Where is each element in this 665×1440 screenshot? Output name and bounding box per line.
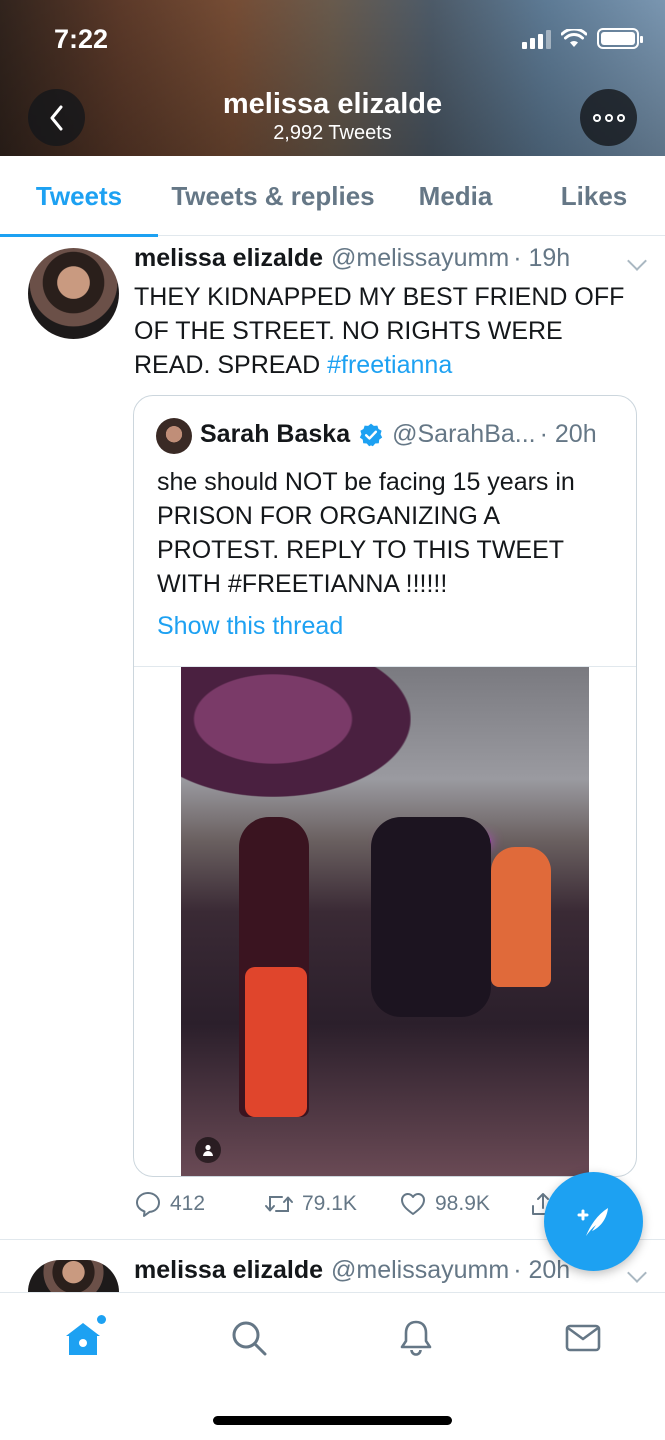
- verified-badge-icon: [359, 423, 383, 446]
- user-icon: [195, 1137, 221, 1163]
- tweet-header: melissa elizalde @melissayumm · 19h: [134, 244, 647, 273]
- reply-count: 412: [170, 1192, 206, 1215]
- quote-author-handle: @SarahBa...: [392, 420, 536, 448]
- tab-tweets-and-replies[interactable]: Tweets & replies: [158, 156, 388, 236]
- compose-feather-icon: [577, 1207, 608, 1236]
- profile-header-banner: 7:22 melissa elizalde 2,992 Tweets: [0, 0, 665, 156]
- tweet-time: · 20h: [513, 1256, 571, 1284]
- quote-author-name: Sarah Baska: [200, 420, 351, 448]
- avatar[interactable]: [28, 248, 119, 339]
- author-name[interactable]: melissa elizalde: [134, 1256, 323, 1285]
- chevron-down-icon[interactable]: [627, 251, 647, 271]
- home-indicator: [213, 1416, 452, 1425]
- reply-icon: [136, 1192, 160, 1217]
- quote-avatar: [156, 418, 192, 454]
- retweet-count: 79.1K: [302, 1192, 357, 1215]
- avatar[interactable]: [28, 1260, 119, 1292]
- more-horizontal-icon: [592, 113, 625, 122]
- tweet-time: · 19h: [513, 244, 571, 272]
- nav-messages[interactable]: [558, 1313, 608, 1363]
- quote-header: Sarah Baska @SarahBa... · 20h: [200, 420, 630, 449]
- hashtag-link[interactable]: #freetianna: [327, 351, 452, 379]
- quote-text: she should NOT be facing 15 years in PRI…: [157, 468, 575, 598]
- author-handle[interactable]: @melissayumm: [331, 244, 509, 273]
- tab-likes[interactable]: Likes: [523, 156, 665, 236]
- like-count: 98.9K: [435, 1192, 490, 1215]
- wifi-icon: [561, 28, 587, 47]
- profile-tabs: Tweets Tweets & replies Media Likes: [0, 156, 665, 237]
- retweet-icon: [265, 1196, 293, 1212]
- show-thread-link[interactable]: Show this thread: [157, 612, 343, 641]
- battery-icon: [597, 28, 643, 49]
- reply-button[interactable]: 412: [134, 1190, 205, 1218]
- notifications-icon: [400, 1320, 432, 1356]
- status-time: 7:22: [54, 24, 109, 54]
- search-icon: [232, 1321, 267, 1356]
- status-icons: [522, 28, 643, 49]
- tab-media[interactable]: Media: [388, 156, 523, 236]
- quoted-tweet[interactable]: Sarah Baska @SarahBa... · 20h she should…: [133, 395, 637, 1177]
- profile-tweet-count: 2,992 Tweets: [273, 122, 392, 144]
- nav-home[interactable]: [58, 1313, 108, 1363]
- author-name[interactable]: melissa elizalde: [134, 244, 323, 273]
- like-button[interactable]: 98.9K: [399, 1190, 490, 1218]
- compose-tweet-button[interactable]: [544, 1172, 643, 1271]
- more-options-button[interactable]: [580, 89, 637, 146]
- signal-icon: [522, 29, 551, 49]
- chevron-down-icon[interactable]: [627, 1263, 647, 1283]
- video-thumbnail[interactable]: [181, 667, 589, 1176]
- retweet-button[interactable]: 79.1K: [264, 1190, 357, 1218]
- home-new-dot: [97, 1315, 106, 1324]
- profile-name: melissa elizalde: [222, 88, 443, 120]
- nav-notifications[interactable]: [391, 1313, 441, 1363]
- nav-search[interactable]: [224, 1313, 274, 1363]
- author-handle[interactable]: @melissayumm: [331, 1256, 509, 1285]
- quote-time: · 20h: [539, 420, 597, 448]
- tweet-text: THEY KIDNAPPED MY BEST FRIEND OFF OF THE…: [134, 280, 644, 382]
- messages-icon: [565, 1324, 601, 1352]
- heart-icon: [401, 1193, 425, 1215]
- tab-tweets[interactable]: Tweets: [0, 156, 158, 237]
